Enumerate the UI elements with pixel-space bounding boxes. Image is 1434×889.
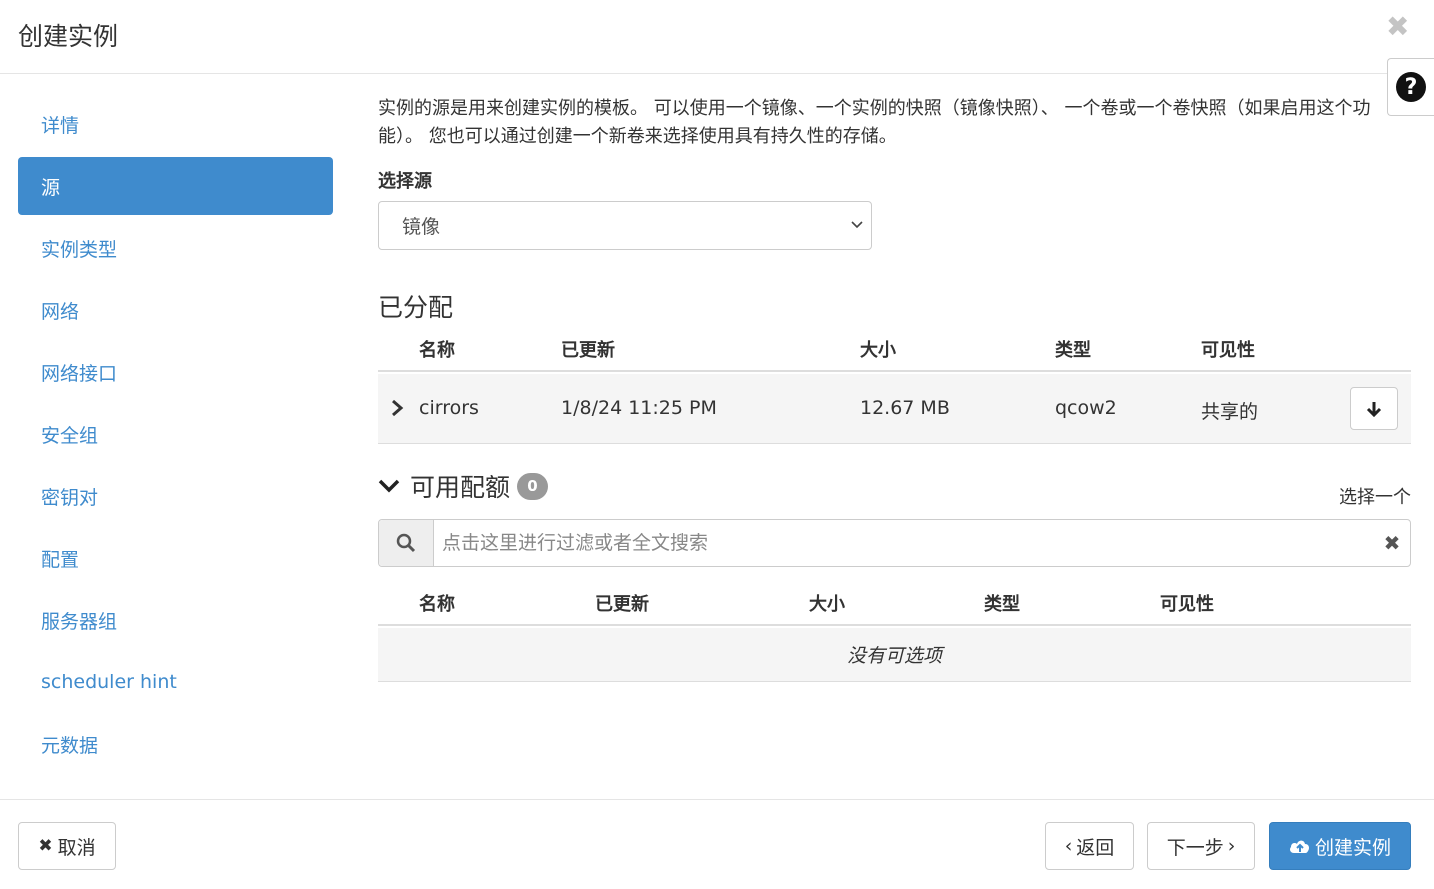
col-type[interactable]: 类型: [1055, 336, 1091, 362]
source-description: 实例的源是用来创建实例的模板。 可以使用一个镜像、一个实例的快照（镜像快照）、 …: [378, 98, 1371, 147]
col-updated[interactable]: 已更新: [561, 336, 615, 362]
col-visibility[interactable]: 可见性: [1160, 590, 1214, 616]
cancel-button[interactable]: ✖ 取消: [18, 822, 116, 870]
source-select[interactable]: 镜像: [378, 201, 872, 250]
cancel-label: 取消: [57, 836, 96, 859]
row-visibility: 共享的: [1201, 401, 1259, 423]
available-title: 可用配额: [410, 473, 511, 502]
nav-item-flavor[interactable]: 实例类型: [18, 219, 333, 277]
nav-item-key-pair[interactable]: 密钥对: [18, 467, 333, 525]
create-instance-button[interactable]: 创建实例: [1269, 822, 1411, 870]
allocated-table-header: 名称 已更新 大小 类型 可见性: [378, 324, 1411, 372]
modal-title: 创建实例: [18, 22, 119, 51]
available-header[interactable]: 可用配额 0: [378, 468, 549, 504]
available-count-badge: 0: [517, 472, 549, 500]
next-label: 下一步: [1166, 836, 1224, 859]
row-name: cirrors: [419, 397, 479, 419]
chevron-right-icon[interactable]: [390, 398, 404, 418]
nav-item-networks[interactable]: 网络: [18, 281, 333, 339]
search-input[interactable]: [434, 520, 1374, 566]
col-updated[interactable]: 已更新: [595, 590, 649, 616]
col-size[interactable]: 大小: [860, 336, 896, 362]
close-icon: ✖: [38, 836, 53, 856]
select-one-label: 选择一个: [1339, 487, 1411, 508]
search-addon: [379, 520, 434, 566]
nav-item-scheduler-hint[interactable]: scheduler hint: [18, 653, 333, 711]
close-icon[interactable]: ✖: [1386, 13, 1409, 41]
select-source-label: 选择源: [378, 171, 432, 192]
available-table-header: 名称 已更新 大小 类型 可见性: [378, 578, 1411, 626]
nav-item-server-groups[interactable]: 服务器组: [18, 591, 333, 649]
source-select-value: 镜像: [402, 216, 441, 238]
back-button[interactable]: ‹ 返回: [1045, 822, 1134, 870]
back-label: 返回: [1076, 836, 1115, 859]
modal-header: 创建实例 ✖: [0, 0, 1434, 74]
next-button[interactable]: 下一步 ›: [1147, 822, 1255, 870]
source-panel: 实例的源是用来创建实例的模板。 可以使用一个镜像、一个实例的快照（镜像快照）、 …: [378, 95, 1411, 682]
row-size: 12.67 MB: [860, 397, 950, 419]
arrow-down-icon: [1366, 401, 1382, 417]
wizard-sidebar: 详情 源 实例类型 网络 网络接口 安全组 密钥对 配置 服务器组 schedu…: [18, 95, 333, 777]
col-size[interactable]: 大小: [809, 590, 845, 616]
create-label: 创建实例: [1314, 836, 1391, 859]
cloud-upload-icon: [1289, 840, 1309, 853]
row-updated: 1/8/24 11:25 PM: [561, 397, 717, 419]
col-type[interactable]: 类型: [984, 590, 1020, 616]
nav-item-metadata[interactable]: 元数据: [18, 715, 333, 773]
search-bar: ✖: [378, 519, 1411, 567]
table-row: cirrors 1/8/24 11:25 PM 12.67 MB qcow2 共…: [378, 374, 1411, 444]
chevron-down-icon: [378, 479, 400, 493]
allocated-title: 已分配: [378, 293, 454, 322]
col-name[interactable]: 名称: [419, 336, 455, 362]
deallocate-button[interactable]: [1350, 387, 1398, 430]
nav-item-network-ports[interactable]: 网络接口: [18, 343, 333, 401]
search-icon: [396, 533, 416, 553]
chevron-left-icon: ‹: [1064, 835, 1073, 857]
col-name[interactable]: 名称: [419, 590, 455, 616]
nav-item-configuration[interactable]: 配置: [18, 529, 333, 587]
nav-item-details[interactable]: 详情: [18, 95, 333, 153]
modal-footer: ✖ 取消 ‹ 返回 下一步 › 创建实例: [0, 799, 1434, 889]
col-visibility[interactable]: 可见性: [1201, 336, 1255, 362]
empty-state-row: 没有可选项: [378, 628, 1411, 682]
nav-item-security-groups[interactable]: 安全组: [18, 405, 333, 463]
clear-search-icon[interactable]: ✖: [1374, 520, 1410, 566]
chevron-down-icon: [851, 221, 863, 229]
row-type: qcow2: [1055, 397, 1117, 419]
nav-item-source[interactable]: 源: [18, 157, 333, 215]
chevron-right-icon: ›: [1227, 835, 1236, 857]
